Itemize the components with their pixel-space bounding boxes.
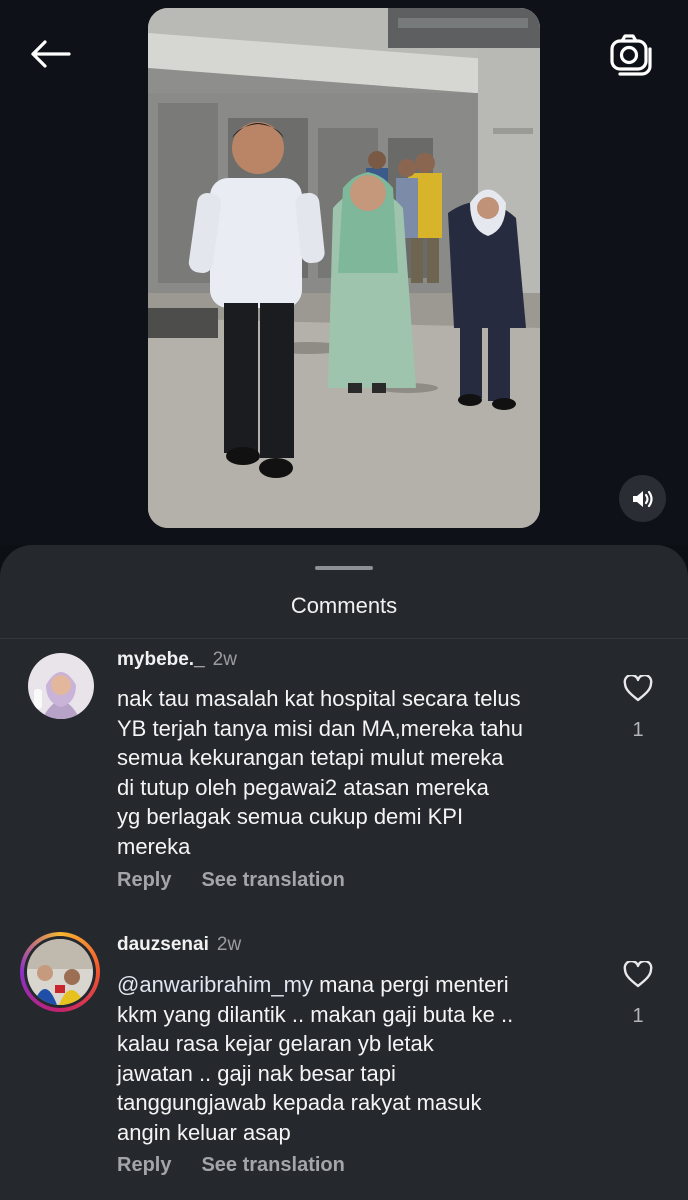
avatar-image bbox=[27, 939, 93, 1005]
like-count: 1 bbox=[632, 1005, 644, 1027]
comment-timestamp: 2w bbox=[216, 934, 242, 955]
avatar-image bbox=[28, 653, 94, 719]
sheet-title: Comments bbox=[290, 593, 398, 618]
like-button[interactable]: 1 bbox=[620, 673, 656, 742]
see-translation-button[interactable]: See translation bbox=[201, 1154, 344, 1177]
video-still-image bbox=[148, 8, 540, 528]
see-translation-button[interactable]: See translation bbox=[201, 869, 344, 892]
arrow-left-icon bbox=[31, 40, 71, 68]
camera-button[interactable] bbox=[604, 28, 656, 80]
camera-icon bbox=[610, 34, 652, 76]
like-count: 1 bbox=[632, 719, 644, 741]
heart-icon bbox=[623, 673, 653, 702]
comment-timestamp: 2w bbox=[212, 649, 237, 670]
comment-text: nak tau masalah kat hospital secara telu… bbox=[117, 686, 523, 859]
like-button[interactable]: 1 bbox=[620, 959, 656, 1028]
avatar[interactable] bbox=[28, 653, 94, 719]
reply-button[interactable]: Reply bbox=[117, 869, 171, 892]
volume-icon bbox=[632, 490, 653, 507]
reply-button[interactable]: Reply bbox=[117, 1154, 171, 1177]
video-frame[interactable] bbox=[148, 8, 540, 528]
back-button[interactable] bbox=[26, 30, 74, 78]
sound-toggle-button[interactable] bbox=[619, 475, 666, 522]
comments-sheet: Comments mybebe._ 2w nak tau masalah kat… bbox=[0, 545, 688, 1200]
comment-username[interactable]: mybebe._ bbox=[117, 649, 205, 671]
sheet-drag-handle[interactable] bbox=[315, 566, 373, 570]
comment-text: @anwaribrahim_my mana pergi menteri kkm … bbox=[117, 970, 602, 1148]
comment-text-content: mana pergi menteri kkm yang dilantik .. … bbox=[117, 972, 514, 1145]
heart-icon bbox=[623, 959, 653, 988]
user-mention-link[interactable]: @anwaribrahim_my bbox=[117, 972, 313, 997]
comment-username[interactable]: dauzsenai bbox=[117, 934, 209, 956]
avatar-story-ring[interactable] bbox=[20, 932, 100, 1012]
video-viewer bbox=[0, 0, 688, 545]
divider bbox=[0, 638, 688, 639]
